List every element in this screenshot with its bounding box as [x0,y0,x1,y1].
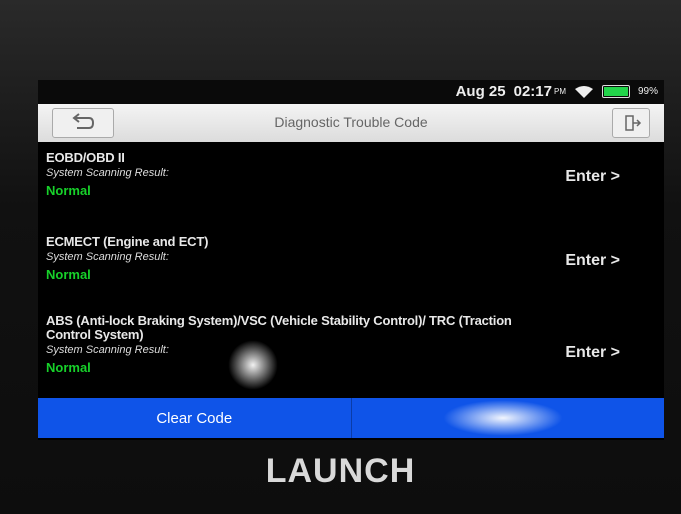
status-time: 02:17 [513,83,552,100]
exit-icon [625,115,642,131]
bottom-action-bar: Clear Code [38,398,664,438]
page-title: Diagnostic Trouble Code [274,114,428,130]
system-name: ECMECT (Engine and ECT) [46,234,209,249]
screen-glare [443,400,563,436]
status-bar: Aug 25 02:17 PM 99% [38,80,664,104]
system-item-ecmect[interactable]: ECMECT (Engine and ECT) System Scanning … [38,234,664,282]
battery-percentage: 99% [637,86,658,97]
system-item-abs[interactable]: ABS (Anti-lock Braking System)/VSC (Vehi… [38,313,664,376]
screen-glare [228,340,278,390]
system-list: EOBD/OBD II System Scanning Result: Norm… [38,142,664,400]
device-brand-logo: LAUNCH [265,452,416,490]
enter-button[interactable]: Enter > [565,168,620,186]
exit-button[interactable] [612,108,650,138]
status-indicators: Aug 25 02:17 PM 99% [456,83,658,100]
system-name: ABS (Anti-lock Braking System)/VSC (Vehi… [46,313,512,342]
wifi-icon [574,85,593,98]
enter-button[interactable]: Enter > [565,344,620,362]
scan-status: Normal [46,360,91,375]
device-frame: Aug 25 02:17 PM 99% Diagnostic Trouble C [0,0,681,514]
battery-icon [601,85,630,98]
battery-fill [603,87,628,96]
system-name: EOBD/OBD II [46,150,125,165]
system-item-eobd[interactable]: EOBD/OBD II System Scanning Result: Norm… [38,150,664,198]
clear-code-button[interactable]: Clear Code [38,398,352,438]
status-date: Aug 25 [455,83,506,100]
device-screen: Aug 25 02:17 PM 99% Diagnostic Trouble C [38,80,664,440]
title-bar: Diagnostic Trouble Code [38,104,664,142]
status-ampm: PM [553,87,566,96]
enter-button[interactable]: Enter > [565,252,620,270]
